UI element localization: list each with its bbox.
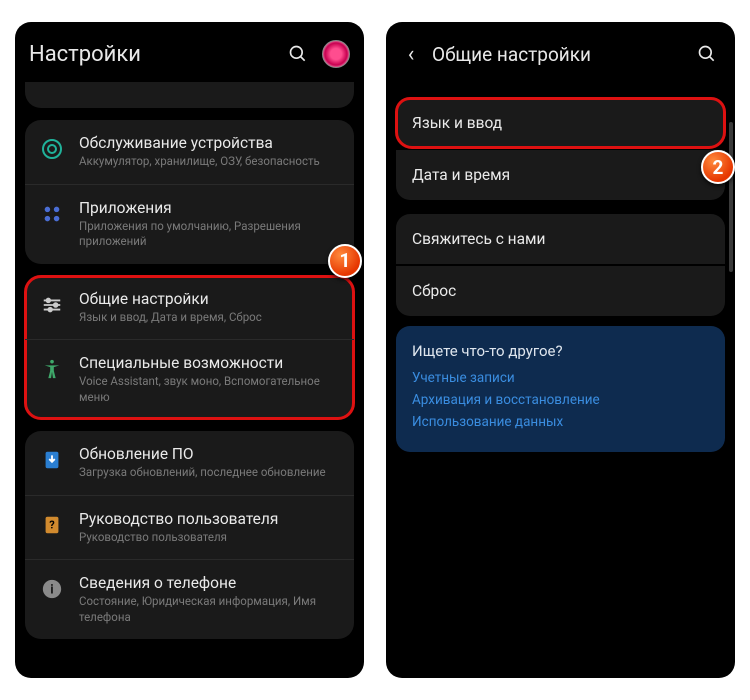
item-title: Обслуживание устройства <box>79 134 340 152</box>
item-reset[interactable]: Сброс <box>396 266 725 316</box>
item-sub: Язык и ввод, Дата и время, Сброс <box>79 310 340 326</box>
card-devicecare-apps: Обслуживание устройства Аккумулятор, хра… <box>25 120 354 264</box>
item-contact-us[interactable]: Свяжитесь с нами <box>396 214 725 264</box>
info-icon: i <box>39 576 65 602</box>
settings-list: Обслуживание устройства Аккумулятор, хра… <box>15 120 364 639</box>
header: Настройки <box>15 22 364 82</box>
avatar[interactable] <box>322 40 350 68</box>
group-contact-reset: Свяжитесь с нами Сброс <box>396 214 725 316</box>
header: ‹ Общие настройки <box>386 22 735 82</box>
svg-text:?: ? <box>49 518 55 531</box>
search-icon[interactable] <box>693 40 721 68</box>
item-sub: Состояние, Юридическая информация, Имя т… <box>79 594 340 625</box>
sliders-icon <box>39 292 65 318</box>
phone-settings: Настройки Обслуживание устройства Аккуму… <box>15 22 364 678</box>
item-title: Руководство пользователя <box>79 510 340 528</box>
item-user-manual[interactable]: ? Руководство пользователя Руководство п… <box>25 495 354 560</box>
looking-for-title: Ищете что-то другое? <box>412 342 709 360</box>
card-general-access: Общие настройки Язык и ввод, Дата и врем… <box>25 276 354 420</box>
item-title: Общие настройки <box>79 290 340 308</box>
item-software-update[interactable]: Обновление ПО Загрузка обновлений, после… <box>25 431 354 495</box>
step-badge-2: 2 <box>701 150 735 184</box>
update-icon <box>39 447 65 473</box>
page-title: Настройки <box>29 42 274 67</box>
item-sub: Загрузка обновлений, последнее обновлени… <box>79 465 340 481</box>
item-sub: Руководство пользователя <box>79 530 340 546</box>
link-data-usage[interactable]: Использование данных <box>412 414 709 430</box>
device-care-icon <box>39 136 65 162</box>
item-date-time[interactable]: Дата и время <box>396 150 725 200</box>
page-title: Общие настройки <box>432 43 683 66</box>
phone-general-settings: ‹ Общие настройки Язык и ввод Дата и вре… <box>386 22 735 678</box>
looking-for-card: Ищете что-то другое? Учетные записи Архи… <box>396 326 725 452</box>
link-accounts[interactable]: Учетные записи <box>412 370 709 386</box>
item-sub: Voice Assistant, звук моно, Вспомогатель… <box>79 374 340 405</box>
item-sub: Аккумулятор, хранилище, ОЗУ, безопасност… <box>79 154 340 170</box>
accessibility-icon <box>39 356 65 382</box>
search-icon[interactable] <box>284 40 312 68</box>
item-general-settings[interactable]: Общие настройки Язык и ввод, Дата и врем… <box>25 276 354 340</box>
back-icon[interactable]: ‹ <box>400 42 422 67</box>
item-sub: Приложения по умолчанию, Разрешения прил… <box>79 219 340 250</box>
item-title: Приложения <box>79 199 340 217</box>
item-title: Сведения о телефоне <box>79 574 340 592</box>
link-backup[interactable]: Архивация и восстановление <box>412 392 709 408</box>
item-accessibility[interactable]: Специальные возможности Voice Assistant,… <box>25 339 354 419</box>
item-title: Специальные возможности <box>79 354 340 372</box>
item-about-phone[interactable]: i Сведения о телефоне Состояние, Юридиче… <box>25 559 354 639</box>
manual-icon: ? <box>39 512 65 538</box>
item-language-input[interactable]: Язык и ввод <box>396 98 725 148</box>
item-title: Обновление ПО <box>79 445 340 463</box>
step-badge-1: 1 <box>328 244 362 278</box>
partial-card-top <box>25 82 354 108</box>
card-update-manual: Обновление ПО Загрузка обновлений, после… <box>25 431 354 639</box>
item-apps[interactable]: Приложения Приложения по умолчанию, Разр… <box>25 184 354 264</box>
svg-text:i: i <box>50 583 53 598</box>
scrollbar[interactable] <box>729 122 733 272</box>
group-language-date: Язык и ввод Дата и время 2 <box>396 98 725 200</box>
apps-icon <box>39 201 65 227</box>
item-device-care[interactable]: Обслуживание устройства Аккумулятор, хра… <box>25 120 354 184</box>
